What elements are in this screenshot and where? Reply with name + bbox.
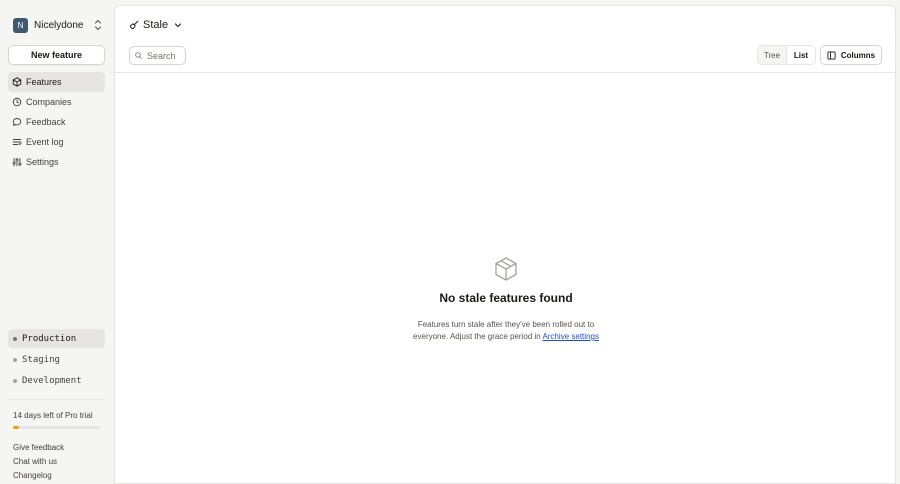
- environment-label: Development: [22, 375, 82, 386]
- list-view-button[interactable]: List: [786, 46, 815, 64]
- empty-state: No stale features found Features turn st…: [115, 256, 895, 343]
- trial-progress-fill: [13, 426, 20, 429]
- sidebar-divider: [8, 399, 105, 400]
- sidebar: N Nicelydone New feature Features Compan…: [0, 0, 113, 484]
- archive-settings-link[interactable]: Archive settings: [542, 332, 598, 341]
- status-dot-icon: [13, 336, 17, 341]
- sidebar-item-companies[interactable]: Companies: [8, 92, 105, 112]
- environment-production[interactable]: Production: [8, 329, 105, 348]
- trial-status-text: 14 days left of Pro trial: [13, 411, 93, 420]
- sidebar-footer: Give feedback Chat with us Changelog: [13, 442, 64, 484]
- workspace-switcher[interactable]: N Nicelydone: [8, 12, 106, 38]
- environment-development[interactable]: Development: [8, 371, 105, 390]
- main-panel: Stale Tree List Columns No stale feature…: [114, 5, 896, 484]
- view-selector[interactable]: Stale: [129, 16, 182, 34]
- building-icon: [12, 97, 22, 107]
- sidebar-item-label: Event log: [26, 137, 64, 147]
- chevron-up-down-icon: [94, 19, 102, 31]
- tree-view-button[interactable]: Tree: [758, 46, 786, 64]
- changelog-link[interactable]: Changelog: [13, 470, 64, 484]
- sidebar-item-settings[interactable]: Settings: [8, 152, 105, 172]
- sliders-icon: [12, 157, 22, 167]
- trial-progress-bar: [13, 426, 100, 429]
- empty-state-description: Features turn stale after they've been r…: [411, 319, 601, 343]
- sidebar-item-event-log[interactable]: Event log: [8, 132, 105, 152]
- search-input[interactable]: [147, 50, 185, 61]
- sidebar-item-features[interactable]: Features: [8, 72, 105, 92]
- workspace-name: Nicelydone: [34, 19, 84, 31]
- columns-button[interactable]: Columns: [820, 45, 882, 65]
- columns-icon: [827, 50, 836, 60]
- page-title: Stale: [143, 19, 169, 31]
- toolbar-divider: [115, 72, 895, 73]
- environment-list: Production Staging Development: [8, 329, 105, 392]
- sidebar-item-label: Feedback: [26, 117, 66, 127]
- view-mode-toggle: Tree List: [757, 45, 816, 65]
- search-box[interactable]: [129, 46, 186, 65]
- sidebar-item-label: Companies: [26, 97, 72, 107]
- status-dot-icon: [13, 357, 17, 362]
- box-icon: [12, 77, 22, 87]
- sidebar-item-label: Features: [26, 77, 62, 87]
- give-feedback-link[interactable]: Give feedback: [13, 442, 64, 456]
- empty-state-title: No stale features found: [439, 291, 573, 305]
- sidebar-nav: Features Companies Feedback Event log Se…: [8, 72, 105, 172]
- workspace-avatar: N: [13, 17, 28, 33]
- environment-staging[interactable]: Staging: [8, 350, 105, 369]
- sidebar-item-feedback[interactable]: Feedback: [8, 112, 105, 132]
- sidebar-item-label: Settings: [26, 157, 59, 167]
- list-icon: [12, 139, 22, 146]
- environment-label: Production: [22, 333, 77, 344]
- chat-with-us-link[interactable]: Chat with us: [13, 456, 64, 470]
- status-dot-icon: [13, 378, 17, 383]
- new-feature-button[interactable]: New feature: [8, 45, 105, 65]
- columns-label: Columns: [840, 50, 876, 60]
- environment-label: Staging: [22, 354, 60, 365]
- search-icon: [135, 52, 142, 59]
- chevron-down-icon: [175, 23, 182, 28]
- broom-icon: [129, 20, 139, 30]
- chat-bubble-icon: [12, 118, 22, 127]
- box-icon: [495, 257, 517, 281]
